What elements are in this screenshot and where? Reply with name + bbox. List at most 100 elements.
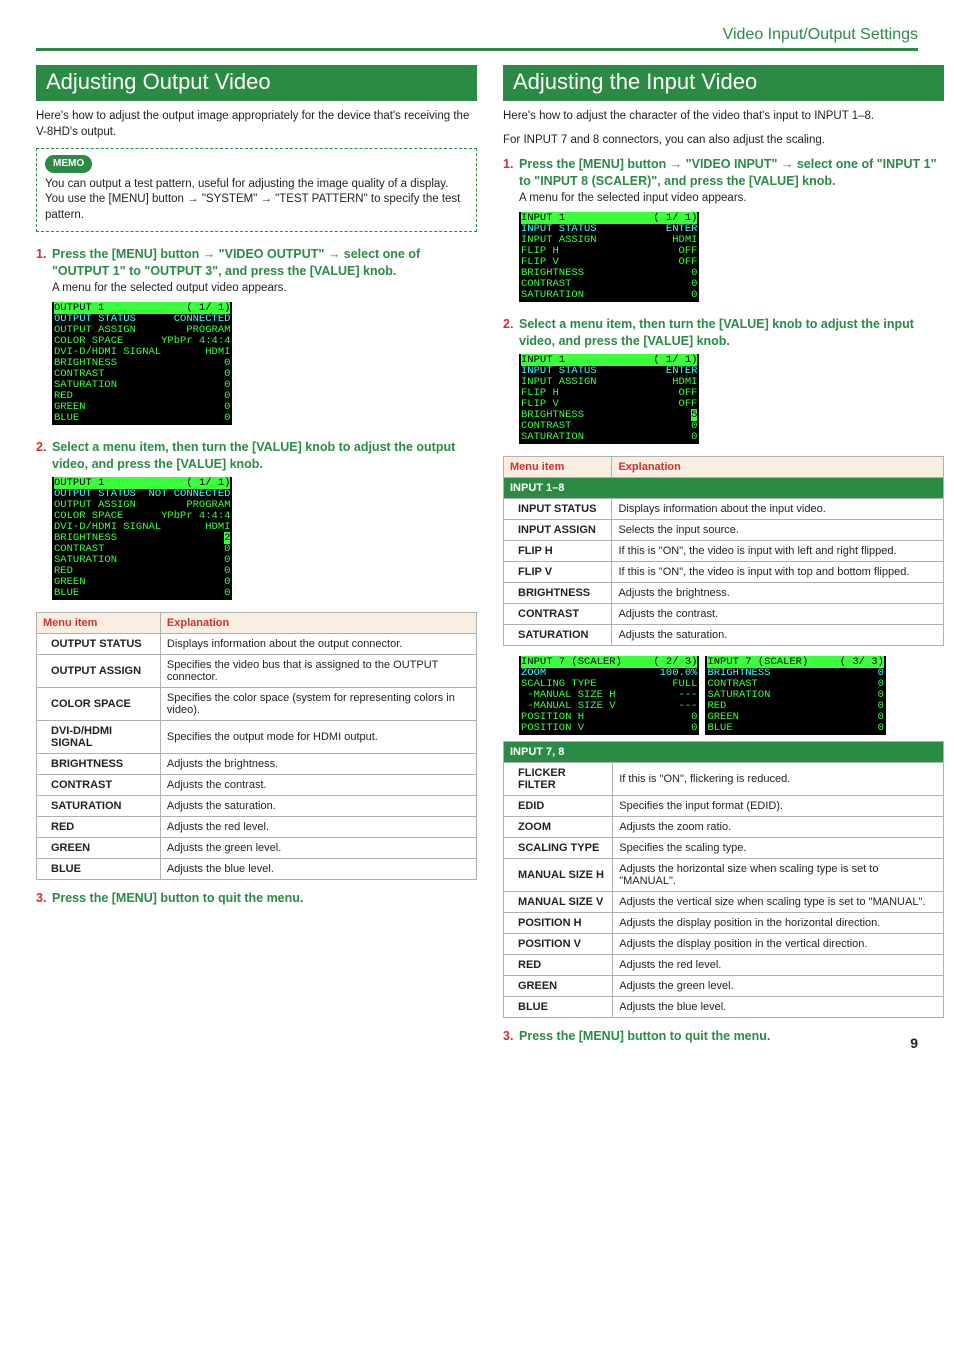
step-number: 1. [503,156,519,190]
explanation-cell: If this is "ON", the video is input with… [612,561,944,582]
right-title: Adjusting the Input Video [503,65,944,101]
menu-item-cell: RED [504,954,613,975]
explanation-cell: Adjusts the horizontal size when scaling… [613,858,944,891]
step1-t1: Press the [MENU] button [52,247,203,261]
rstep2-text: Select a menu item, then turn the [VALUE… [519,316,944,350]
rstep1-t1: Press the [MENU] button [519,157,670,171]
menu-item-cell: FLICKER FILTER [504,762,613,795]
osd-input-2: INPUT 1 ( 1/ 1)INPUT STATUS ENTERINPUT A… [519,354,699,444]
menu-item-cell: SATURATION [37,795,161,816]
group-input-1-8: INPUT 1–8 [504,477,944,498]
menu-item-cell: INPUT ASSIGN [504,519,612,540]
menu-item-cell: BLUE [37,858,161,879]
osd-output-1: OUTPUT 1 ( 1/ 1)OUTPUT STATUS CONNECTEDO… [52,302,232,425]
rstep3-text: Press the [MENU] button to quit the menu… [519,1028,944,1045]
menu-item-cell: OUTPUT ASSIGN [37,654,161,687]
menu-item-cell: GREEN [504,975,613,996]
input-table-2: INPUT 7, 8 FLICKER FILTERIf this is "ON"… [503,741,944,1018]
explanation-cell: Adjusts the blue level. [613,996,944,1017]
right-step2: 2. Select a menu item, then turn the [VA… [503,316,944,350]
left-step2: 2. Select a menu item, then turn the [VA… [36,439,477,473]
menu-item-cell: MANUAL SIZE V [504,891,613,912]
menu-item-cell: CONTRAST [37,774,161,795]
explanation-cell: Displays information about the output co… [160,633,476,654]
menu-item-cell: EDID [504,795,613,816]
left-step1: 1. Press the [MENU] button → "VIDEO OUTP… [36,246,477,280]
explanation-cell: Adjusts the green level. [613,975,944,996]
menu-item-cell: COLOR SPACE [37,687,161,720]
step-number: 3. [36,890,52,907]
th-explanation: Explanation [612,456,944,477]
osd-scaler-3-3: INPUT 7 (SCALER) ( 3/ 3)BRIGHTNESS 0CONT… [705,656,885,735]
explanation-cell: Selects the input source. [612,519,944,540]
explanation-cell: Adjusts the brightness. [160,753,476,774]
section-header: Video Input/Output Settings [36,26,918,44]
explanation-cell: Displays information about the input vid… [612,498,944,519]
explanation-cell: Adjusts the blue level. [160,858,476,879]
explanation-cell: Specifies the video bus that is assigned… [160,654,476,687]
memo-label: MEMO [45,155,92,173]
step-number: 1. [36,246,52,280]
menu-item-cell: FLIP V [504,561,612,582]
th-menu-item: Menu item [504,456,612,477]
explanation-cell: Specifies the color space (system for re… [160,687,476,720]
step-number: 2. [36,439,52,473]
menu-item-cell: DVI-D/HDMI SIGNAL [37,720,161,753]
header-rule [36,48,918,51]
explanation-cell: Adjusts the saturation. [612,624,944,645]
osd-output-2: OUTPUT 1 ( 1/ 1)OUTPUT STATUS NOT CONNEC… [52,477,232,600]
step3-text: Press the [MENU] button to quit the menu… [52,890,477,907]
left-step1-sub: A menu for the selected output video app… [52,282,477,294]
left-intro: Here's how to adjust the output image ap… [36,109,477,140]
menu-item-cell: OUTPUT STATUS [37,633,161,654]
menu-item-cell: GREEN [37,837,161,858]
page-number: 9 [910,1035,918,1051]
left-step3: 3. Press the [MENU] button to quit the m… [36,890,477,907]
menu-item-cell: RED [37,816,161,837]
explanation-cell: Adjusts the display position in the hori… [613,912,944,933]
menu-item-cell: SCALING TYPE [504,837,613,858]
rstep1-t2: "VIDEO INPUT" [682,157,781,171]
explanation-cell: If this is "ON", the video is input with… [612,540,944,561]
menu-item-cell: SATURATION [504,624,612,645]
step-number: 2. [503,316,519,350]
memo-p2a: You use the [MENU] button [45,193,187,205]
menu-item-cell: INPUT STATUS [504,498,612,519]
left-column: Adjusting Output Video Here's how to adj… [36,65,477,1047]
menu-item-cell: ZOOM [504,816,613,837]
right-step1: 1. Press the [MENU] button → "VIDEO INPU… [503,156,944,190]
memo-p2: You use the [MENU] button → "SYSTEM" → "… [45,192,468,223]
right-step3: 3. Press the [MENU] button to quit the m… [503,1028,944,1045]
step1-t2: "VIDEO OUTPUT" [215,247,328,261]
step2-text: Select a menu item, then turn the [VALUE… [52,439,477,473]
step-number: 3. [503,1028,519,1045]
right-intro2: For INPUT 7 and 8 connectors, you can al… [503,133,944,149]
menu-item-cell: BRIGHTNESS [504,582,612,603]
explanation-cell: Specifies the scaling type. [613,837,944,858]
explanation-cell: If this is "ON", flickering is reduced. [613,762,944,795]
menu-item-cell: POSITION H [504,912,613,933]
explanation-cell: Adjusts the red level. [613,954,944,975]
explanation-cell: Adjusts the contrast. [160,774,476,795]
menu-item-cell: POSITION V [504,933,613,954]
explanation-cell: Adjusts the brightness. [612,582,944,603]
input-table-1: Menu itemExplanation INPUT 1–8 INPUT STA… [503,456,944,646]
menu-item-cell: FLIP H [504,540,612,561]
osd-input-1: INPUT 1 ( 1/ 1)INPUT STATUS ENTERINPUT A… [519,212,699,302]
th-menu-item: Menu item [37,612,161,633]
explanation-cell: Adjusts the zoom ratio. [613,816,944,837]
menu-item-cell: BLUE [504,996,613,1017]
explanation-cell: Adjusts the display position in the vert… [613,933,944,954]
memo-p1: You can output a test pattern, useful fo… [45,177,468,193]
left-title: Adjusting Output Video [36,65,477,101]
menu-item-cell: MANUAL SIZE H [504,858,613,891]
osd-scaler-2-3: INPUT 7 (SCALER) ( 2/ 3)ZOOM 100.0%SCALI… [519,656,699,735]
explanation-cell: Adjusts the vertical size when scaling t… [613,891,944,912]
explanation-cell: Adjusts the saturation. [160,795,476,816]
explanation-cell: Specifies the input format (EDID). [613,795,944,816]
memo-p2b: "SYSTEM" [199,193,261,205]
explanation-cell: Adjusts the contrast. [612,603,944,624]
explanation-cell: Adjusts the red level. [160,816,476,837]
menu-item-cell: BRIGHTNESS [37,753,161,774]
th-explanation: Explanation [160,612,476,633]
